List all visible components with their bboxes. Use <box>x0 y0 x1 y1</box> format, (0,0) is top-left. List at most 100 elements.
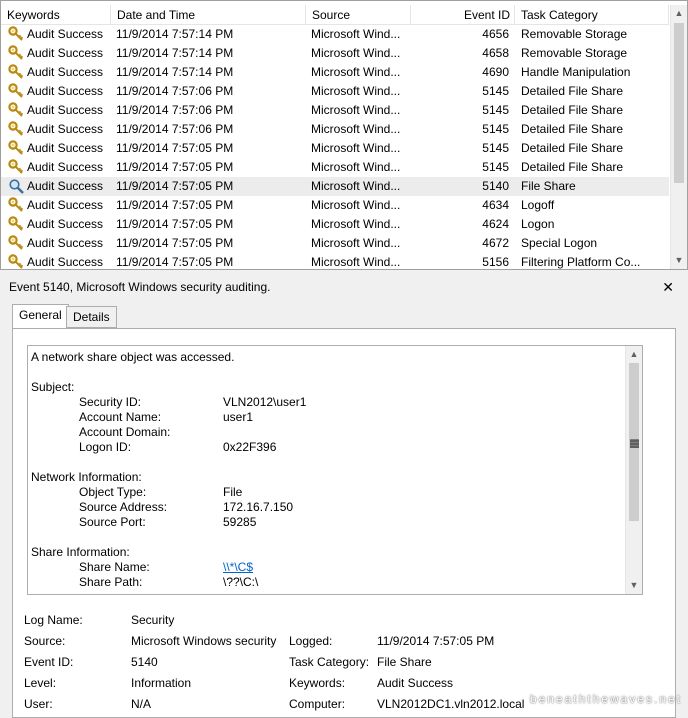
event-row[interactable]: Audit Success 11/9/2014 7:57:05 PM Microso… <box>1 234 669 253</box>
magnifier-icon <box>8 178 25 195</box>
column-header-datetime[interactable]: Date and Time <box>111 5 306 25</box>
event-row[interactable]: Audit Success 11/9/2014 7:57:14 PM Microso… <box>1 44 669 63</box>
event-row[interactable]: Audit Success 11/9/2014 7:57:06 PM Microso… <box>1 82 669 101</box>
description-field: Object Type: File <box>31 485 242 500</box>
event-row[interactable]: Audit Success 11/9/2014 7:57:05 PM Microso… <box>1 139 669 158</box>
share-name-link[interactable]: \\*\C$ <box>223 560 253 575</box>
field-key: Account Domain: <box>79 425 171 439</box>
property-row: Source: Microsoft Windows security Logge… <box>24 631 684 652</box>
event-datetime-cell: 11/9/2014 7:57:05 PM <box>116 179 234 193</box>
event-keywords-cell: Audit Success <box>7 44 107 63</box>
event-row[interactable]: Audit Success 11/9/2014 7:57:05 PM Microso… <box>1 253 669 269</box>
key-icon <box>8 102 25 119</box>
section-heading: Subject: <box>31 380 75 394</box>
event-id-cell: 5145 <box>482 141 509 155</box>
event-id-label: Event ID: <box>24 655 74 669</box>
event-row[interactable]: Audit Success 11/9/2014 7:57:06 PM Microso… <box>1 120 669 139</box>
task-category-value: File Share <box>377 655 432 669</box>
keywords-text: Audit Success <box>27 255 104 269</box>
computer-label: Computer: <box>289 697 346 711</box>
event-description-box[interactable]: A network share object was accessed. Subj… <box>27 345 643 595</box>
event-source-cell: Microsoft Wind... <box>311 198 401 212</box>
tab-general[interactable]: General <box>12 304 69 329</box>
key-icon <box>8 83 25 100</box>
field-key: Account Name: <box>79 410 162 424</box>
scrollbar-thumb[interactable] <box>674 23 684 183</box>
keywords-text: Audit Success <box>27 122 104 136</box>
event-task-category-cell: Removable Storage <box>521 46 628 60</box>
keywords-text: Audit Success <box>27 103 104 117</box>
event-keywords-cell: Audit Success <box>7 25 107 44</box>
keywords-value: Audit Success <box>377 676 454 690</box>
scroll-down-arrow-icon[interactable]: ▼ <box>626 577 642 594</box>
key-icon <box>8 64 25 81</box>
event-row[interactable]: Audit Success 11/9/2014 7:57:05 PM Microso… <box>1 215 669 234</box>
event-id-cell: 5145 <box>482 122 509 136</box>
event-keywords-cell: Audit Success <box>7 196 107 215</box>
event-keywords-cell: Audit Success <box>7 101 107 120</box>
event-task-category-cell: Special Logon <box>521 236 598 250</box>
event-row[interactable]: Audit Success 11/9/2014 7:57:06 PM Microso… <box>1 101 669 120</box>
field-value: user1 <box>223 410 254 424</box>
field-key: Logon ID: <box>79 440 132 454</box>
event-datetime-cell: 11/9/2014 7:57:06 PM <box>116 103 234 117</box>
event-id-cell: 5156 <box>482 255 509 269</box>
event-id-cell: 4690 <box>482 65 509 79</box>
description-scrollbar[interactable]: ▲ ▬ ▬ ▬ ▼ <box>625 346 642 594</box>
field-value: VLN2012\user1 <box>223 395 307 409</box>
event-datetime-cell: 11/9/2014 7:57:05 PM <box>116 217 234 231</box>
event-source-cell: Microsoft Wind... <box>311 179 401 193</box>
log-name-value: Security <box>131 613 175 627</box>
keywords-text: Audit Success <box>27 236 104 250</box>
event-id-cell: 4658 <box>482 46 509 60</box>
event-source-cell: Microsoft Wind... <box>311 217 401 231</box>
event-row[interactable]: Audit Success 11/9/2014 7:57:05 PM Microso… <box>1 158 669 177</box>
description-line: A network share object was accessed. <box>31 350 234 365</box>
keywords-text: Audit Success <box>27 198 104 212</box>
event-keywords-cell: Audit Success <box>7 63 107 82</box>
event-datetime-cell: 11/9/2014 7:57:06 PM <box>116 122 234 136</box>
scroll-up-arrow-icon[interactable]: ▲ <box>626 346 642 363</box>
key-icon <box>8 235 25 252</box>
event-source-cell: Microsoft Wind... <box>311 27 401 41</box>
level-value: Information <box>131 676 192 690</box>
scroll-down-arrow-icon[interactable]: ▼ <box>671 252 687 269</box>
event-task-category-cell: Detailed File Share <box>521 141 624 155</box>
close-icon[interactable]: ✕ <box>662 276 674 298</box>
column-header-source[interactable]: Source <box>306 5 411 25</box>
event-datetime-cell: 11/9/2014 7:57:05 PM <box>116 160 234 174</box>
scroll-up-arrow-icon[interactable]: ▲ <box>671 5 687 22</box>
event-keywords-cell: Audit Success <box>7 120 107 139</box>
event-datetime-cell: 11/9/2014 7:57:14 PM <box>116 27 234 41</box>
event-id-cell: 4634 <box>482 198 509 212</box>
event-row[interactable]: Audit Success 11/9/2014 7:57:14 PM Microso… <box>1 25 669 44</box>
description-field: Share Path: \??\C:\ <box>31 575 258 590</box>
field-value: 172.16.7.150 <box>223 500 294 514</box>
event-source-cell: Microsoft Wind... <box>311 141 401 155</box>
column-header-event-id[interactable]: Event ID <box>411 5 515 25</box>
event-list-header: Keywords Date and Time Source Event ID T… <box>1 5 669 25</box>
event-row[interactable]: Audit Success 11/9/2014 7:57:05 PM Microso… <box>1 196 669 215</box>
event-datetime-cell: 11/9/2014 7:57:05 PM <box>116 141 234 155</box>
event-row[interactable]: Audit Success 11/9/2014 7:57:14 PM Microso… <box>1 63 669 82</box>
event-datetime-cell: 11/9/2014 7:57:05 PM <box>116 255 234 269</box>
keywords-label: Keywords: <box>289 676 346 690</box>
tab-details[interactable]: Details <box>66 306 117 328</box>
event-keywords-cell: Audit Success <box>7 253 107 269</box>
field-value: \??\C:\ <box>223 575 259 589</box>
column-header-keywords[interactable]: Keywords <box>1 5 111 25</box>
event-list-scrollbar[interactable]: ▲ ▼ <box>670 5 687 269</box>
event-task-category-cell: Detailed File Share <box>521 122 624 136</box>
column-header-task-category[interactable]: Task Category <box>515 5 669 25</box>
scrollbar-grip-icon: ▬ ▬ ▬ <box>630 434 639 450</box>
user-label: User: <box>24 697 53 711</box>
description-field: Share Name: \\*\C$ <box>31 560 253 575</box>
event-task-category-cell: Logoff <box>521 198 555 212</box>
event-keywords-cell: Audit Success <box>7 215 107 234</box>
keywords-text: Audit Success <box>27 160 104 174</box>
log-name-label: Log Name: <box>24 613 83 627</box>
event-row[interactable]: Audit Success 11/9/2014 7:57:05 PM Microso… <box>1 177 669 196</box>
event-source-cell: Microsoft Wind... <box>311 122 401 136</box>
keywords-text: Audit Success <box>27 141 104 155</box>
key-icon <box>8 26 25 43</box>
